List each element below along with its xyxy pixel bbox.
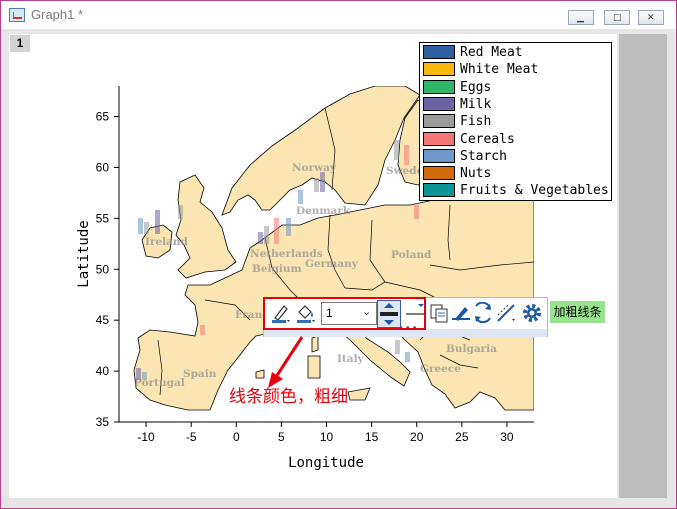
- x-tick-label: 20: [410, 430, 424, 444]
- y-tick-label: 65: [96, 110, 110, 124]
- x-tick-label: 10: [320, 430, 334, 444]
- legend-label: Starch: [460, 148, 507, 164]
- legend-label: Red Meat: [460, 45, 523, 60]
- expand-icon[interactable]: [472, 302, 494, 324]
- map-scandinavia: [221, 86, 421, 216]
- y-tick-label: 40: [96, 364, 110, 378]
- legend-swatch: [423, 45, 455, 59]
- legend-item[interactable]: Fish: [423, 113, 611, 130]
- x-tick-label: -5: [186, 430, 197, 444]
- country-label-germany: Germany: [305, 258, 359, 270]
- legend-item[interactable]: Milk: [423, 96, 611, 113]
- copy-format-icon[interactable]: [428, 302, 450, 324]
- x-tick-label: 25: [455, 430, 469, 444]
- legend-swatch: [423, 131, 455, 146]
- legend-swatch: [423, 183, 455, 198]
- country-label-ireland: Ireland: [145, 236, 189, 248]
- line-width-combo[interactable]: 1 ⌄: [321, 302, 377, 325]
- x-tick-label: -10: [137, 430, 155, 444]
- map-great-britain: [175, 174, 237, 279]
- legend-item[interactable]: Eggs: [423, 79, 611, 96]
- legend-swatch: [423, 166, 455, 181]
- legend-label: White Meat: [460, 62, 539, 78]
- legend-label: Eggs: [460, 79, 492, 95]
- legend-item[interactable]: Starch: [423, 148, 611, 165]
- mini-toolbar: 1 ⌄ •••: [263, 297, 548, 337]
- country-label-norway: Norway: [292, 162, 337, 174]
- y-tick-label: 55: [96, 211, 110, 225]
- legend-item[interactable]: Cereals: [423, 131, 611, 148]
- toolbar-grip[interactable]: •••: [264, 323, 547, 337]
- fill-color-icon[interactable]: [295, 302, 317, 324]
- line-color-icon[interactable]: [270, 302, 292, 324]
- grip-dots-icon: •••: [398, 323, 419, 334]
- settings-icon[interactable]: [521, 302, 543, 324]
- legend-swatch: [423, 96, 455, 111]
- y-tick-label: 45: [96, 313, 110, 327]
- pen-icon[interactable]: [450, 302, 472, 324]
- legend-item[interactable]: Red Meat: [423, 44, 611, 61]
- y-tick-label: 35: [96, 415, 110, 429]
- legend-label: Nuts: [460, 166, 492, 182]
- line-plot-icon[interactable]: [495, 302, 517, 324]
- map-sicily: [347, 387, 371, 401]
- map-baleares: [255, 369, 265, 379]
- annotation-text: 线条颜色，粗细: [229, 387, 348, 407]
- legend-label: Fruits & Vegetables: [460, 183, 609, 199]
- y-tick-label: 50: [96, 262, 110, 276]
- legend-item[interactable]: Nuts: [423, 165, 611, 182]
- legend-label: Milk: [460, 96, 492, 112]
- x-tick-label: 15: [365, 430, 379, 444]
- legend-swatch: [423, 79, 455, 94]
- map-sardinia: [307, 355, 321, 379]
- line-style-icon[interactable]: [404, 302, 426, 324]
- chevron-down-icon: ⌄: [362, 305, 372, 318]
- x-tick-label: 30: [500, 430, 514, 444]
- hint-label: 加粗线条: [550, 301, 605, 323]
- legend-label: Cereals: [460, 131, 515, 147]
- legend-item[interactable]: White Meat: [423, 61, 611, 78]
- y-axis-title: Latitude: [76, 220, 92, 287]
- x-tick-label: 5: [278, 430, 285, 444]
- country-label-greece: Greece: [420, 363, 461, 375]
- country-label-bulgaria: Bulgaria: [446, 343, 497, 355]
- line-width-value: 1: [326, 306, 333, 320]
- x-axis-title: Longitude: [288, 455, 364, 471]
- legend-label: Fish: [460, 114, 492, 130]
- map-corsica: [311, 335, 319, 353]
- legend-item[interactable]: Fruits & Vegetables: [423, 182, 611, 199]
- x-tick-label: 0: [233, 430, 240, 444]
- legend[interactable]: Red Meat White Meat Eggs Milk Fish Cereals Sta…: [419, 42, 612, 201]
- legend-swatch: [423, 62, 455, 77]
- y-tick-label: 60: [96, 160, 110, 174]
- country-label-belgium: Belgium: [252, 263, 302, 275]
- country-label-italy: Italy: [337, 353, 365, 365]
- country-label-denmark: Denmark: [296, 205, 351, 217]
- legend-swatch: [423, 148, 455, 163]
- country-label-poland: Poland: [391, 249, 432, 261]
- country-label-portugal: Portugal: [134, 377, 185, 389]
- country-label-spain: Spain: [183, 368, 217, 380]
- legend-swatch: [423, 114, 455, 129]
